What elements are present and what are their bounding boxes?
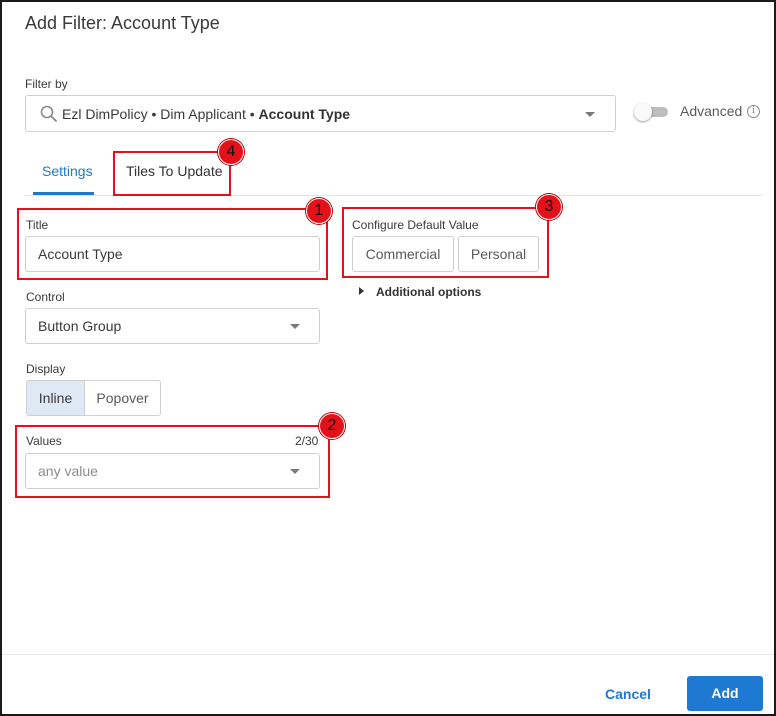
callout-badge-4: 4 bbox=[218, 139, 244, 165]
filter-path-prefix: Ezl DimPolicy • Dim Applicant • bbox=[62, 106, 259, 122]
search-icon bbox=[40, 105, 58, 123]
chevron-down-icon bbox=[290, 324, 300, 329]
add-button[interactable]: Add bbox=[687, 676, 763, 711]
filter-path-field: Account Type bbox=[258, 106, 351, 122]
values-select[interactable]: any value bbox=[25, 453, 320, 489]
display-inline-button[interactable]: Inline bbox=[26, 380, 85, 416]
additional-options-toggle[interactable]: Additional options bbox=[376, 285, 481, 299]
values-label: Values bbox=[26, 434, 62, 448]
filter-by-label: Filter by bbox=[25, 77, 68, 91]
display-popover-button[interactable]: Popover bbox=[84, 380, 161, 416]
filter-by-select[interactable]: Ezl DimPolicy • Dim Applicant • Account … bbox=[25, 95, 616, 132]
tabs-divider bbox=[25, 195, 763, 196]
default-personal-label: Personal bbox=[470, 246, 527, 262]
display-popover-label: Popover bbox=[96, 390, 149, 406]
callout-badge-1: 1 bbox=[306, 198, 332, 224]
advanced-label: Advanced bbox=[680, 103, 743, 119]
display-label: Display bbox=[26, 362, 66, 376]
values-placeholder: any value bbox=[38, 463, 98, 479]
callout-badge-2: 2 bbox=[319, 413, 345, 439]
filter-by-value: Ezl DimPolicy • Dim Applicant • Account … bbox=[62, 106, 350, 122]
chevron-down-icon bbox=[585, 112, 595, 117]
control-select-value: Button Group bbox=[38, 318, 122, 334]
cancel-button[interactable]: Cancel bbox=[605, 686, 651, 702]
values-counter: 2/30 bbox=[295, 434, 319, 448]
add-filter-dialog: Add Filter: Account Type Filter by Ezl D… bbox=[0, 0, 776, 716]
title-input[interactable]: Account Type bbox=[25, 236, 320, 272]
callout-badge-3: 3 bbox=[536, 194, 562, 220]
caret-right-icon bbox=[359, 287, 364, 295]
toggle-knob bbox=[634, 103, 652, 121]
tab-tiles-to-update[interactable]: Tiles To Update bbox=[126, 163, 223, 179]
display-inline-label: Inline bbox=[38, 390, 73, 406]
control-label: Control bbox=[26, 290, 65, 304]
advanced-toggle[interactable] bbox=[634, 103, 670, 121]
title-label: Title bbox=[26, 218, 49, 232]
tab-settings[interactable]: Settings bbox=[42, 163, 93, 179]
chevron-down-icon bbox=[290, 469, 300, 474]
default-personal-button[interactable]: Personal bbox=[458, 236, 539, 272]
default-commercial-button[interactable]: Commercial bbox=[352, 236, 454, 272]
control-select[interactable]: Button Group bbox=[25, 308, 320, 344]
default-commercial-label: Commercial bbox=[365, 246, 441, 262]
default-value-label: Configure Default Value bbox=[352, 218, 479, 232]
info-icon[interactable]: i bbox=[747, 105, 760, 118]
footer-divider bbox=[2, 654, 774, 655]
title-input-value: Account Type bbox=[38, 246, 123, 262]
dialog-title: Add Filter: Account Type bbox=[25, 13, 220, 33]
